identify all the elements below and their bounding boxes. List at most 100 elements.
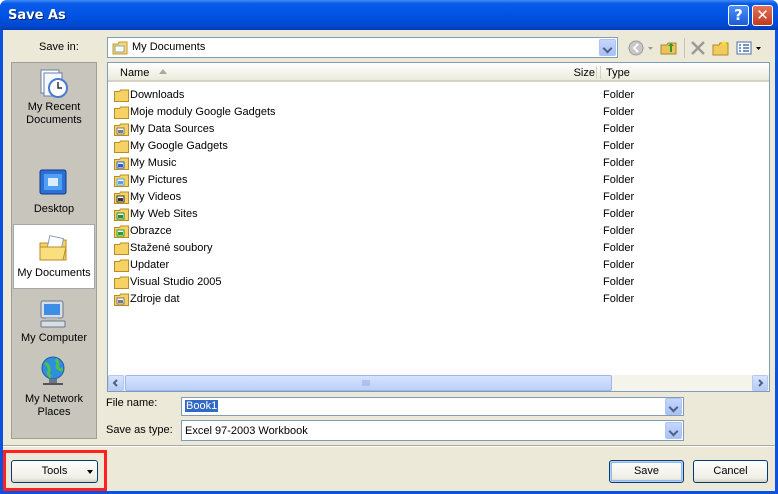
scroll-left-button[interactable] (108, 375, 124, 391)
views-icon[interactable] (735, 39, 753, 57)
table-row[interactable]: My Music Folder (108, 155, 768, 172)
save-as-type-value: Excel 97-2003 Workbook (185, 425, 308, 437)
close-icon: ✕ (756, 6, 769, 24)
table-row[interactable]: My Google Gadgets Folder (108, 138, 768, 155)
save-as-type-select[interactable]: Excel 97-2003 Workbook (181, 420, 684, 441)
close-button[interactable]: ✕ (752, 5, 773, 26)
place-label: Desktop (33, 203, 75, 215)
back-icon[interactable] (627, 39, 645, 57)
file-name-field[interactable]: Book1 (181, 397, 684, 416)
scroll-right-button[interactable] (752, 375, 768, 391)
up-folder-icon[interactable] (660, 39, 678, 57)
file-name-cell: My Web Sites (130, 208, 198, 220)
desktop-icon (39, 169, 67, 195)
table-row[interactable]: Visual Studio 2005 Folder (108, 274, 768, 291)
column-header-row: Name Size Type (108, 63, 769, 82)
save-button[interactable]: Save (609, 460, 684, 483)
file-name-cell: Downloads (130, 89, 185, 101)
table-row[interactable]: Stažené soubory Folder (108, 240, 768, 257)
folder-icon (114, 106, 129, 119)
tools-label: Tools (41, 465, 68, 477)
file-name-cell: My Google Gadgets (130, 140, 228, 152)
save-in-value: My Documents (132, 41, 206, 53)
table-row[interactable]: My Videos Folder (108, 189, 768, 206)
file-type-cell: Folder (603, 157, 635, 169)
table-row[interactable]: Moje moduly Google Gadgets Folder (108, 104, 768, 121)
horizontal-scrollbar[interactable] (108, 375, 769, 391)
web-folder-icon (114, 208, 129, 221)
save-label: Save (633, 465, 660, 477)
column-divider[interactable] (596, 66, 597, 79)
place-my-network-places[interactable]: My Network Places (12, 355, 96, 418)
tools-button[interactable]: Tools (11, 460, 98, 483)
column-header-name[interactable]: Name (120, 67, 149, 79)
table-row[interactable]: Downloads Folder (108, 87, 768, 104)
table-row[interactable]: Obrazce Folder (108, 223, 768, 240)
file-type-cell: Folder (603, 242, 635, 254)
scroll-thumb[interactable] (125, 375, 612, 391)
chevron-down-icon[interactable] (665, 398, 682, 415)
my-computer-icon (40, 300, 66, 328)
grip-icon (362, 380, 370, 386)
back-dropdown-icon[interactable] (647, 39, 655, 57)
data-folder-icon (114, 293, 129, 306)
help-button[interactable]: ? (728, 5, 749, 26)
file-type-cell: Folder (603, 225, 635, 237)
folder-icon (114, 242, 129, 255)
file-name-cell: My Data Sources (130, 123, 215, 135)
place-label: My Documents (17, 267, 91, 279)
chevron-down-icon (87, 470, 93, 474)
my-documents-small-icon (112, 41, 128, 55)
views-dropdown-icon[interactable] (755, 39, 763, 57)
file-type-cell: Folder (603, 140, 635, 152)
file-type-cell: Folder (603, 191, 635, 203)
file-type-cell: Folder (603, 174, 635, 186)
pictures-folder-icon (114, 174, 129, 187)
chevron-down-icon[interactable] (665, 422, 682, 439)
shapes-folder-icon (114, 225, 129, 238)
file-type-cell: Folder (603, 208, 635, 220)
place-label: My Computer (20, 332, 88, 344)
chevron-down-icon[interactable] (599, 39, 616, 56)
place-label: My Network Places (24, 393, 84, 418)
file-name-label: File name: (106, 397, 158, 409)
network-places-icon (41, 356, 65, 385)
file-name-text-wrap: Book1 (185, 400, 219, 412)
column-header-type[interactable]: Type (606, 67, 630, 79)
save-in-combo[interactable]: My Documents (107, 37, 618, 58)
file-type-cell: Folder (603, 259, 635, 271)
dialog-title: Save As (8, 8, 66, 23)
save-as-dialog: Save As ? ✕ Save in: My Documents My Rec… (0, 0, 778, 494)
file-name-cell: My Pictures (130, 174, 188, 186)
place-desktop[interactable]: Desktop (12, 159, 96, 215)
place-label: My Recent Documents (26, 101, 82, 126)
file-name-value: Book1 (185, 400, 219, 412)
folder-icon (114, 259, 129, 272)
file-list[interactable]: Name Size Type Downloads Folder Moje mod… (107, 62, 770, 392)
folder-icon (114, 89, 129, 102)
file-type-cell: Folder (603, 276, 635, 288)
place-my-recent-documents[interactable]: My Recent Documents (12, 65, 96, 127)
table-row[interactable]: My Pictures Folder (108, 172, 768, 189)
place-my-computer[interactable]: My Computer (12, 295, 96, 347)
place-my-documents[interactable]: My Documents (13, 224, 95, 289)
delete-icon[interactable] (689, 39, 707, 57)
table-row[interactable]: Updater Folder (108, 257, 768, 274)
videos-folder-icon (114, 191, 129, 204)
cancel-button[interactable]: Cancel (693, 460, 768, 483)
table-row[interactable]: My Web Sites Folder (108, 206, 768, 223)
column-header-size[interactable]: Size (571, 67, 595, 79)
help-icon: ? (734, 6, 743, 24)
file-name-cell: Zdroje dat (130, 293, 180, 305)
music-folder-icon (114, 157, 129, 170)
save-as-type-label: Save as type: (106, 424, 173, 436)
title-bar[interactable]: Save As ? ✕ (0, 0, 778, 30)
file-name-cell: Obrazce (130, 225, 172, 237)
table-row[interactable]: My Data Sources Folder (108, 121, 768, 138)
new-folder-icon[interactable] (712, 39, 730, 57)
table-row[interactable]: Zdroje dat Folder (108, 291, 768, 308)
places-bar: My Recent Documents Desktop My Documents (11, 62, 97, 439)
file-type-cell: Folder (603, 106, 635, 118)
save-in-label: Save in: (39, 41, 79, 53)
column-divider[interactable] (600, 66, 601, 79)
